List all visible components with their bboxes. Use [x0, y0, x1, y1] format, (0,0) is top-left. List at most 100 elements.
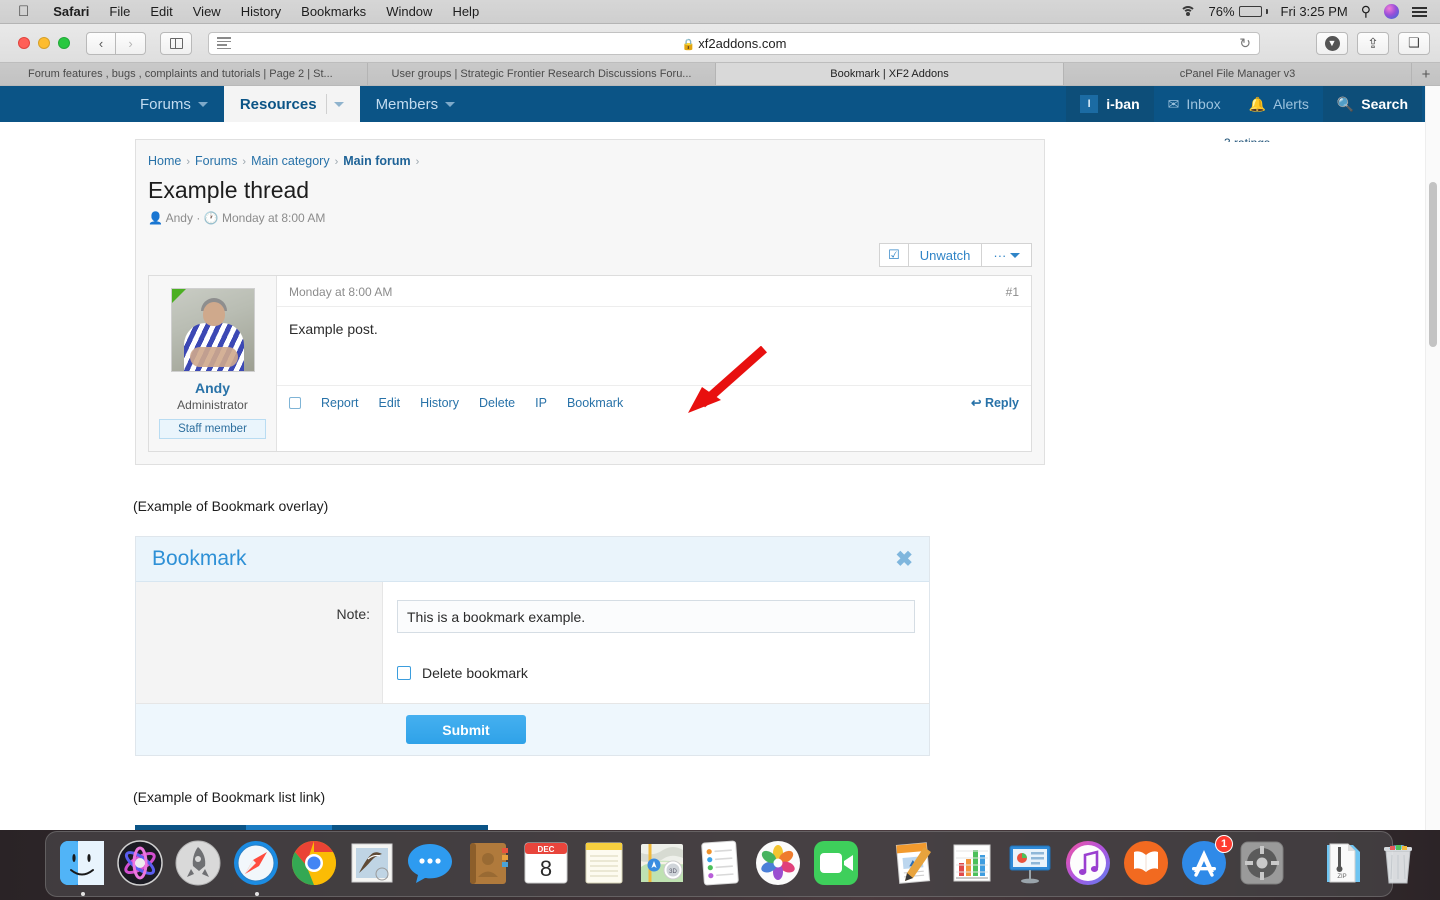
clock[interactable]: Fri 3:25 PM	[1281, 4, 1348, 19]
safari-window-chrome: ‹ › 🔒 xf2addons.com ↻ ▼ ⇪ ❑ Forum feature…	[0, 24, 1440, 86]
breadcrumb-forums[interactable]: Forums	[195, 154, 237, 168]
reload-button[interactable]: ↻	[1239, 35, 1251, 52]
page-scrollbar-thumb[interactable]	[1429, 182, 1437, 347]
delete-bookmark-checkbox[interactable]	[397, 666, 411, 680]
facetime-icon[interactable]	[810, 837, 864, 891]
post-action-edit[interactable]: Edit	[379, 396, 401, 410]
nav-user-menu[interactable]: I i-ban	[1066, 86, 1154, 122]
minimize-window-button[interactable]	[38, 37, 50, 49]
chrome-icon[interactable]	[288, 837, 342, 891]
spotlight-search-icon[interactable]: ⚲	[1361, 3, 1371, 20]
menu-item-window[interactable]: Window	[376, 4, 442, 19]
notes-icon[interactable]	[578, 837, 632, 891]
post-number[interactable]: #1	[1006, 285, 1019, 299]
siri-icon[interactable]	[114, 837, 168, 891]
nav-item-forums[interactable]: Forums	[124, 86, 224, 122]
menu-item-safari[interactable]: Safari	[43, 4, 99, 19]
new-tab-button[interactable]: +	[1412, 63, 1440, 85]
menu-item-edit[interactable]: Edit	[140, 4, 182, 19]
dialog-fields: This is a bookmark example. Delete bookm…	[383, 582, 929, 703]
breadcrumb-main-forum[interactable]: Main forum	[343, 154, 410, 168]
thread-author[interactable]: Andy	[166, 211, 193, 225]
contacts-icon[interactable]	[462, 837, 516, 891]
maximize-window-button[interactable]	[58, 37, 70, 49]
finder-icon[interactable]	[56, 837, 110, 896]
tab-2-active[interactable]: Bookmark | XF2 Addons	[716, 63, 1064, 85]
nav-item-resources[interactable]: Resources	[223, 86, 360, 122]
launchpad-icon[interactable]	[172, 837, 226, 891]
running-indicator	[255, 892, 259, 896]
close-icon[interactable]: ✖	[895, 547, 913, 572]
nav-alerts[interactable]: 🔔 Alerts	[1235, 86, 1323, 122]
submit-button[interactable]: Submit	[406, 715, 526, 744]
nav-item-forums-label: Forums	[140, 95, 191, 113]
keynote-icon[interactable]	[1004, 837, 1058, 891]
menu-item-file[interactable]: File	[99, 4, 140, 19]
maps-icon[interactable]: 3D	[636, 837, 690, 891]
post-action-ip[interactable]: IP	[535, 396, 547, 410]
system-preferences-icon[interactable]	[1236, 837, 1290, 891]
breadcrumb-home[interactable]: Home	[148, 154, 181, 168]
chevron-down-icon[interactable]	[197, 101, 208, 107]
close-window-button[interactable]	[18, 37, 30, 49]
nav-search[interactable]: 🔍 Search	[1322, 86, 1422, 122]
reminders-icon[interactable]	[694, 837, 748, 891]
messages-icon[interactable]	[404, 837, 458, 891]
ibooks-icon[interactable]	[1120, 837, 1174, 891]
tab-3[interactable]: cPanel File Manager v3	[1064, 63, 1412, 85]
wifi-icon[interactable]	[1179, 5, 1196, 18]
more-options-button[interactable]: ···	[981, 243, 1032, 267]
notification-center-icon[interactable]	[1412, 6, 1427, 17]
share-button[interactable]: ⇪	[1357, 31, 1389, 55]
post-date[interactable]: Monday at 8:00 AM	[289, 285, 392, 299]
unwatch-button[interactable]: Unwatch	[907, 243, 983, 267]
mail-icon[interactable]	[346, 837, 400, 891]
post-select-checkbox[interactable]	[289, 396, 301, 409]
trash-icon[interactable]	[1372, 837, 1426, 891]
breadcrumb-main-category[interactable]: Main category	[251, 154, 330, 168]
apple-logo-icon[interactable]: 	[0, 4, 43, 19]
safari-icon[interactable]	[230, 837, 284, 896]
mac-dock: DEC 8 3D 1 ZIP	[45, 831, 1412, 897]
tab-0[interactable]: Forum features , bugs , complaints and t…	[0, 63, 368, 85]
calendar-icon[interactable]: DEC 8	[520, 837, 574, 891]
window-traffic-lights[interactable]	[10, 37, 86, 49]
post-action-history[interactable]: History	[420, 396, 459, 410]
post-action-reply[interactable]: ↩ Reply	[971, 395, 1019, 410]
photos-icon[interactable]	[752, 837, 806, 891]
app-store-icon[interactable]: 1	[1178, 835, 1233, 891]
avatar[interactable]	[170, 288, 255, 372]
post-action-delete[interactable]: Delete	[479, 396, 515, 410]
forward-button[interactable]: ›	[116, 31, 146, 55]
nav-item-members[interactable]: Members	[360, 86, 472, 122]
itunes-icon[interactable]	[1062, 837, 1116, 891]
note-input[interactable]: This is a bookmark example.	[397, 600, 915, 633]
mark-read-button[interactable]: ☑	[879, 243, 909, 267]
battery-status[interactable]: 76%	[1209, 4, 1268, 19]
siri-icon[interactable]	[1384, 4, 1399, 19]
post-action-report[interactable]: Report	[321, 396, 359, 410]
chevron-down-icon[interactable]	[445, 101, 456, 107]
chevron-down-icon[interactable]	[333, 101, 344, 107]
menu-item-history[interactable]: History	[231, 4, 291, 19]
downloads-button[interactable]: ▼	[1316, 31, 1348, 55]
back-button[interactable]: ‹	[86, 31, 116, 55]
show-all-tabs-button[interactable]: ❑	[1398, 31, 1430, 55]
sidebar-toggle-button[interactable]	[160, 31, 192, 55]
menu-item-help[interactable]: Help	[442, 4, 489, 19]
page-scrollbar-track[interactable]	[1425, 86, 1440, 830]
post-header: Monday at 8:00 AM #1	[277, 276, 1031, 307]
nav-inbox[interactable]: ✉ Inbox	[1154, 86, 1235, 122]
menu-item-view[interactable]: View	[183, 4, 231, 19]
tab-1[interactable]: User groups | Strategic Frontier Researc…	[368, 63, 716, 85]
pages-icon[interactable]	[888, 837, 942, 891]
delete-bookmark-row[interactable]: Delete bookmark	[397, 665, 915, 681]
numbers-icon[interactable]	[946, 837, 1000, 891]
svg-text:8: 8	[540, 856, 552, 881]
post-action-bookmark[interactable]: Bookmark	[567, 396, 623, 410]
menu-item-bookmarks[interactable]: Bookmarks	[291, 4, 376, 19]
address-bar[interactable]: 🔒 xf2addons.com ↻	[208, 31, 1260, 55]
zip-file-icon[interactable]: ZIP	[1314, 837, 1368, 891]
post-author-name[interactable]: Andy	[159, 380, 266, 396]
ratings-ghost-text: 3 ratings	[1224, 136, 1270, 142]
